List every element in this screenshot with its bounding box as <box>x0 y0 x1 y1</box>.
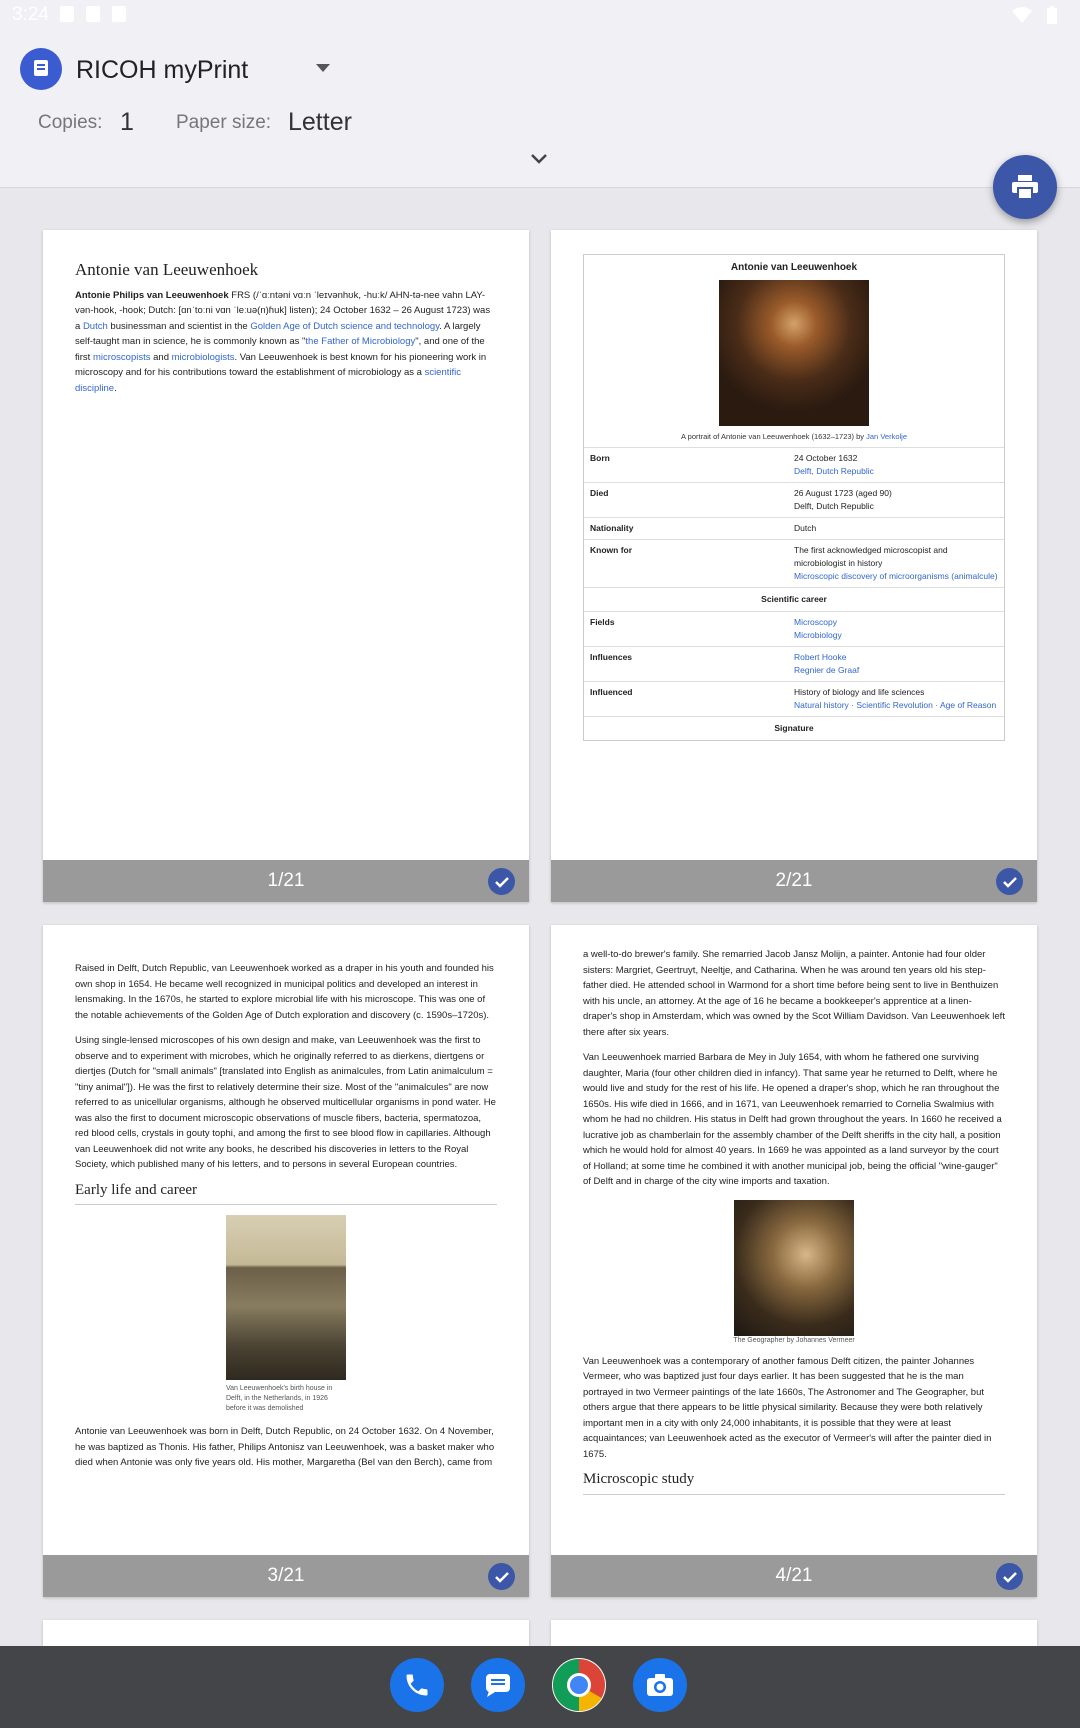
infobox-row: Born 24 October 1632 Delft, Dutch Republic <box>584 447 1004 482</box>
printer-name[interactable]: RICOH myPrint <box>76 56 248 85</box>
phone-icon[interactable] <box>390 1658 444 1712</box>
infobox-title: Antonie van Leeuwenhoek <box>730 262 858 273</box>
image-caption: Van Leeuwenhoek's birth house in Delft, … <box>226 1385 333 1412</box>
page-footer: 3/21 <box>43 1555 529 1597</box>
ricoh-app-icon <box>20 48 62 90</box>
page-footer: 2/21 <box>551 860 1037 902</box>
page-thumbnail-2[interactable]: Antonie van Leeuwenhoek A portrait of An… <box>551 230 1037 902</box>
section-heading: Microscopic study <box>583 1471 1005 1495</box>
paper-size-label: Paper size: <box>176 112 272 133</box>
article-paragraph: Using single-lensed microscopes of his o… <box>75 1035 496 1170</box>
check-icon <box>1002 876 1017 888</box>
check-icon <box>1002 1571 1017 1583</box>
page-selected-checkbox[interactable] <box>488 868 515 895</box>
infobox-row: Known for The first acknowledged microsco… <box>584 539 1004 587</box>
status-bar: 3:24 <box>0 0 1080 30</box>
status-time: 3:24 <box>12 4 49 25</box>
article-paragraph: a well-to-do brewer's family. She remarr… <box>583 949 1005 1038</box>
article-paragraph: Raised in Delft, Dutch Republic, van Lee… <box>75 963 494 1021</box>
portrait-caption: A portrait of Antonie van Leeuwenhoek (1… <box>681 432 907 441</box>
app-dock <box>0 1646 1080 1728</box>
infobox-row: Died 26 August 1723 (aged 90) Delft, Dutch… <box>584 482 1004 517</box>
infobox-row: Fields Microscopy Microbiology <box>584 611 1004 646</box>
notification-icons <box>60 6 126 22</box>
geographer-painting-image <box>734 1199 854 1336</box>
printer-icon <box>1012 175 1038 200</box>
infobox: Antonie van Leeuwenhoek A portrait of An… <box>583 254 1005 741</box>
page-selected-checkbox[interactable] <box>488 1563 515 1590</box>
system-icons <box>1012 6 1058 24</box>
infobox-row: Nationality Dutch <box>584 517 1004 539</box>
page-thumbnail-3[interactable]: Raised in Delft, Dutch Republic, van Lee… <box>43 925 529 1597</box>
article-paragraph: Van Leeuwenhoek was a contemporary of an… <box>583 1355 992 1460</box>
infobox-signature: Signature <box>584 716 1004 740</box>
messages-icon[interactable] <box>471 1658 525 1712</box>
chrome-icon[interactable] <box>552 1658 606 1712</box>
check-icon <box>494 876 509 888</box>
page-footer: 1/21 <box>43 860 529 902</box>
article-intro: Antonie Philips van Leeuwenhoek FRS (/ˈɑ… <box>75 289 491 394</box>
section-heading: Early life and career <box>75 1182 497 1205</box>
article-paragraph: Antonie van Leeuwenhoek was born in Delf… <box>75 1426 495 1468</box>
expand-options-icon[interactable] <box>528 152 550 171</box>
image-caption: The Geographer by Johannes Vermeer <box>733 1336 855 1344</box>
camera-icon[interactable] <box>633 1658 687 1712</box>
page-footer: 4/21 <box>551 1555 1037 1597</box>
article-title: Antonie van Leeuwenhoek <box>75 260 259 279</box>
copies-label: Copies: <box>38 112 103 133</box>
page-number: 2/21 <box>775 870 813 891</box>
battery-icon <box>1047 6 1057 24</box>
printer-dropdown-icon[interactable] <box>316 64 330 72</box>
print-button[interactable] <box>993 155 1057 219</box>
page-number: 1/21 <box>267 870 305 891</box>
article-paragraph: Van Leeuwenhoek married Barbara de Mey i… <box>583 1052 1002 1187</box>
infobox-row: Influenced History of biology and life sc… <box>584 681 1004 716</box>
infobox-section: Scientific career <box>584 587 1004 611</box>
birth-house-image <box>226 1215 346 1380</box>
copies-value[interactable]: 1 <box>120 108 134 137</box>
portrait-image <box>719 280 869 426</box>
page-thumbnail-4[interactable]: a well-to-do brewer's family. She remarr… <box>551 925 1037 1597</box>
paper-size-value[interactable]: Letter <box>288 108 352 137</box>
infobox-row: Influences Robert Hooke Regnier de Graaf <box>584 646 1004 681</box>
page-selected-checkbox[interactable] <box>996 868 1023 895</box>
page-number: 4/21 <box>775 1565 813 1586</box>
page-thumbnail-1[interactable]: Antonie van Leeuwenhoek Antonie Philips … <box>43 230 529 902</box>
check-icon <box>494 1571 509 1583</box>
page-number: 3/21 <box>267 1565 305 1586</box>
page-selected-checkbox[interactable] <box>996 1563 1023 1590</box>
wifi-icon <box>1012 7 1032 23</box>
